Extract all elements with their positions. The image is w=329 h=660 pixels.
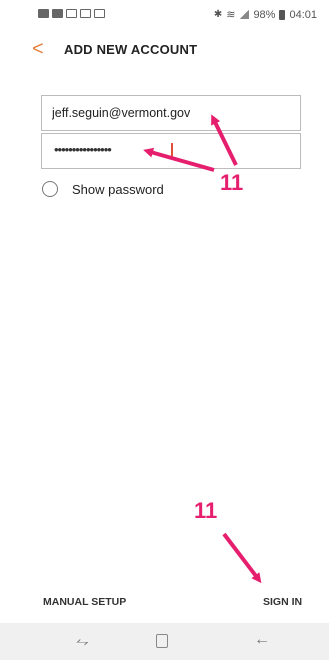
annotation-step-number: 11 bbox=[220, 170, 244, 195]
manual-setup-button[interactable]: MANUAL SETUP bbox=[43, 596, 126, 608]
annotation-step-number: 11 bbox=[194, 498, 218, 523]
navigation-bar: ⥊ ← bbox=[0, 623, 329, 660]
back-icon[interactable]: ← bbox=[254, 631, 270, 649]
annotation-arrow-password bbox=[143, 147, 215, 172]
recent-apps-icon[interactable]: ⥊ bbox=[76, 633, 89, 651]
sign-in-button[interactable]: SIGN IN bbox=[263, 596, 302, 608]
annotation-arrow-email bbox=[211, 114, 238, 166]
home-icon[interactable] bbox=[156, 634, 168, 648]
annotation-arrow-signin bbox=[222, 532, 262, 584]
annotation-arrows bbox=[143, 114, 262, 584]
